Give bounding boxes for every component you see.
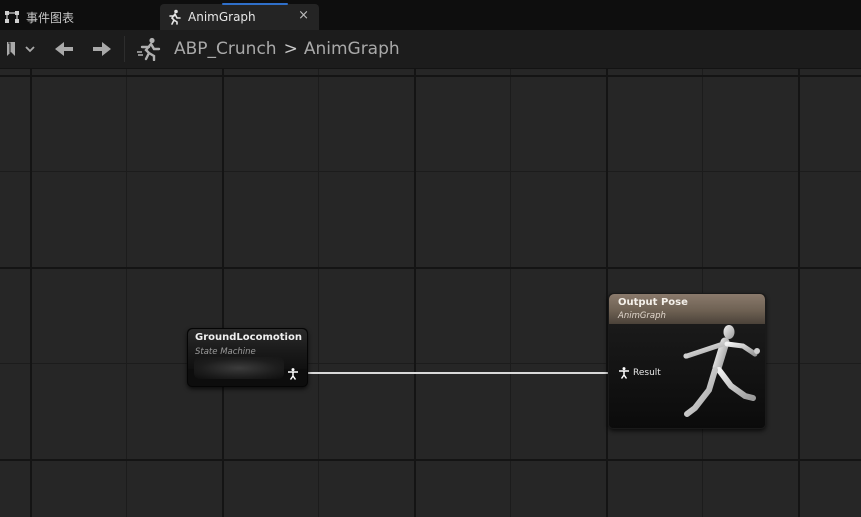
tab-event-graph[interactable]: 事件图表	[0, 4, 152, 30]
node-title: GroundLocomotion	[195, 332, 302, 343]
arrow-right-icon	[93, 42, 111, 56]
event-graph-icon	[5, 11, 19, 23]
toolbar-separator	[124, 36, 125, 62]
pose-wire[interactable]	[306, 372, 612, 374]
pose-pin-icon[interactable]	[618, 367, 630, 379]
output-pose-node[interactable]: Output Pose AnimGraph Result	[608, 293, 766, 429]
node-subtitle: AnimGraph	[618, 311, 666, 321]
ground-locomotion-node[interactable]: GroundLocomotion State Machine	[187, 328, 308, 387]
node-subtitle: State Machine	[195, 347, 256, 357]
close-tab-icon[interactable]: ×	[298, 8, 309, 23]
breadcrumb-item-blueprint[interactable]: ABP_Crunch	[174, 39, 277, 59]
result-pin-label: Result	[633, 368, 661, 378]
back-button[interactable]	[52, 39, 76, 59]
breadcrumb: ABP_Crunch > AnimGraph	[174, 36, 400, 62]
node-preview-blur	[194, 357, 284, 379]
tab-bar: 事件图表 AnimGraph ×	[0, 0, 861, 30]
pose-pin-icon[interactable]	[287, 368, 299, 380]
active-tab-indicator	[222, 3, 288, 5]
running-mannequin-icon	[683, 325, 760, 417]
bookmark-icon	[7, 42, 35, 56]
breadcrumb-item-animgraph[interactable]: AnimGraph	[304, 39, 400, 59]
tab-anim-graph[interactable]: AnimGraph ×	[160, 3, 319, 30]
anim-blueprint-icon	[137, 37, 161, 61]
tab-label: AnimGraph	[188, 10, 256, 24]
graph-toolbar: ABP_Crunch > AnimGraph	[0, 30, 861, 69]
arrow-left-icon	[55, 42, 73, 56]
tab-label: 事件图表	[26, 10, 75, 25]
anim-graph-icon	[169, 9, 181, 25]
node-title: Output Pose	[618, 297, 688, 308]
breadcrumb-separator: >	[283, 39, 298, 59]
bookmark-button[interactable]	[5, 39, 35, 59]
forward-button[interactable]	[90, 39, 114, 59]
